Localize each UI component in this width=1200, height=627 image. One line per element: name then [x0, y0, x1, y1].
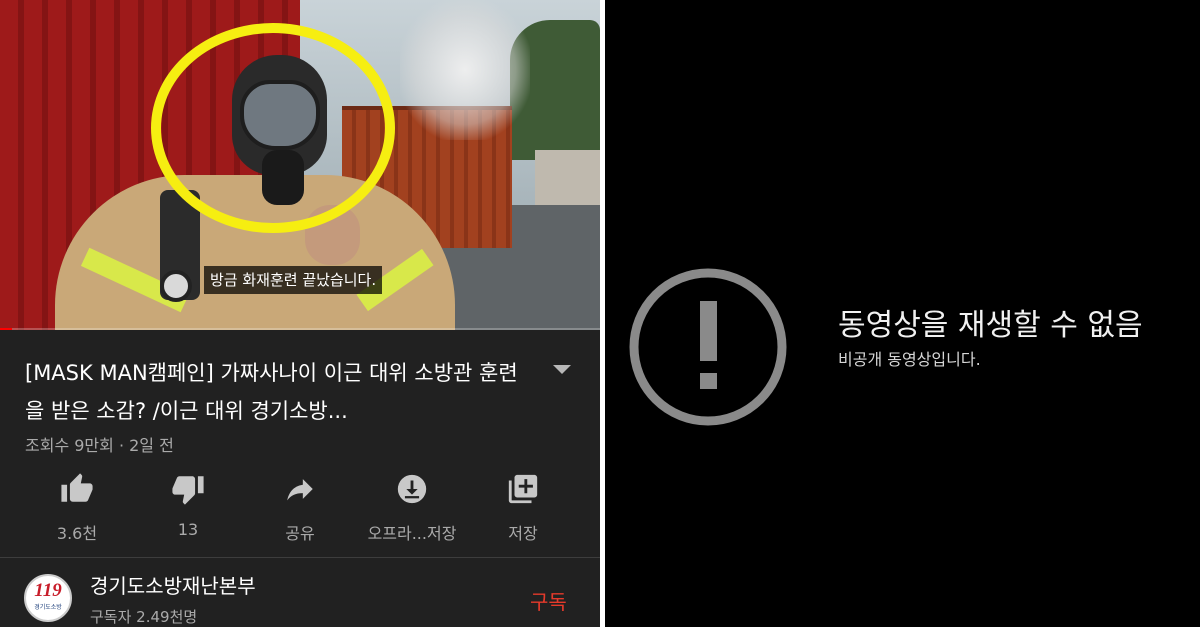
offline-save-label: 오프라...저장 [367, 524, 457, 543]
download-icon [397, 474, 427, 504]
channel-avatar[interactable]: 119 경기도소방 [24, 574, 72, 622]
like-count: 3.6천 [56, 524, 98, 543]
avatar-logo-number: 119 [34, 580, 62, 601]
subscriber-count: 구독자 2.49천명 [90, 608, 198, 626]
highlight-circle [151, 23, 395, 233]
share-button[interactable]: 공유 [245, 472, 355, 543]
unavailable-subtitle: 비공개 동영상입니다. [838, 350, 981, 369]
youtube-app-panel: 방금 화재훈련 끝났습니다. [MASK MAN캠페인] 가짜사나이 이근 대위… [0, 0, 600, 627]
smoke [400, 0, 530, 140]
offline-save-button[interactable]: 오프라...저장 [357, 472, 467, 543]
action-bar: 3.6천 13 공유 오프라...저장 저장 [18, 472, 582, 543]
like-button[interactable]: 3.6천 [22, 472, 132, 543]
thumbs-down-icon [172, 476, 204, 505]
video-progress-fill [0, 328, 12, 330]
dislike-count: 13 [177, 520, 199, 539]
share-icon [287, 479, 313, 501]
video-unavailable-panel: 동영상을 재생할 수 없음 비공개 동영상입니다. [605, 0, 1200, 627]
unavailable-title: 동영상을 재생할 수 없음 [838, 308, 1143, 343]
avatar-logo-caption: 경기도소방 [34, 604, 62, 611]
chevron-down-icon[interactable] [553, 365, 571, 374]
save-label: 저장 [508, 524, 538, 543]
playlist-add-icon [508, 474, 538, 504]
wall-background [535, 150, 600, 205]
save-to-playlist-button[interactable]: 저장 [468, 472, 578, 543]
pressure-gauge [160, 270, 192, 302]
dislike-button[interactable]: 13 [133, 472, 243, 542]
subscribe-button[interactable]: 구독 [530, 586, 567, 615]
video-progress-bar[interactable] [0, 328, 600, 330]
thumbs-up-icon [61, 473, 93, 502]
divider [0, 557, 600, 558]
alert-circle-icon [629, 268, 787, 426]
video-subtitle: 방금 화재훈련 끝났습니다. [204, 266, 383, 294]
share-label: 공유 [285, 524, 315, 543]
channel-name[interactable]: 경기도소방재난본부 [90, 570, 256, 599]
video-meta: 조회수 9만회 · 2일 전 [25, 436, 174, 455]
video-info: [MASK MAN캠페인] 가짜사나이 이근 대위 소방관 훈련을 받은 소감?… [0, 332, 600, 627]
video-player[interactable]: 방금 화재훈련 끝났습니다. [0, 0, 600, 330]
video-title[interactable]: [MASK MAN캠페인] 가짜사나이 이근 대위 소방관 훈련을 받은 소감?… [25, 354, 535, 430]
